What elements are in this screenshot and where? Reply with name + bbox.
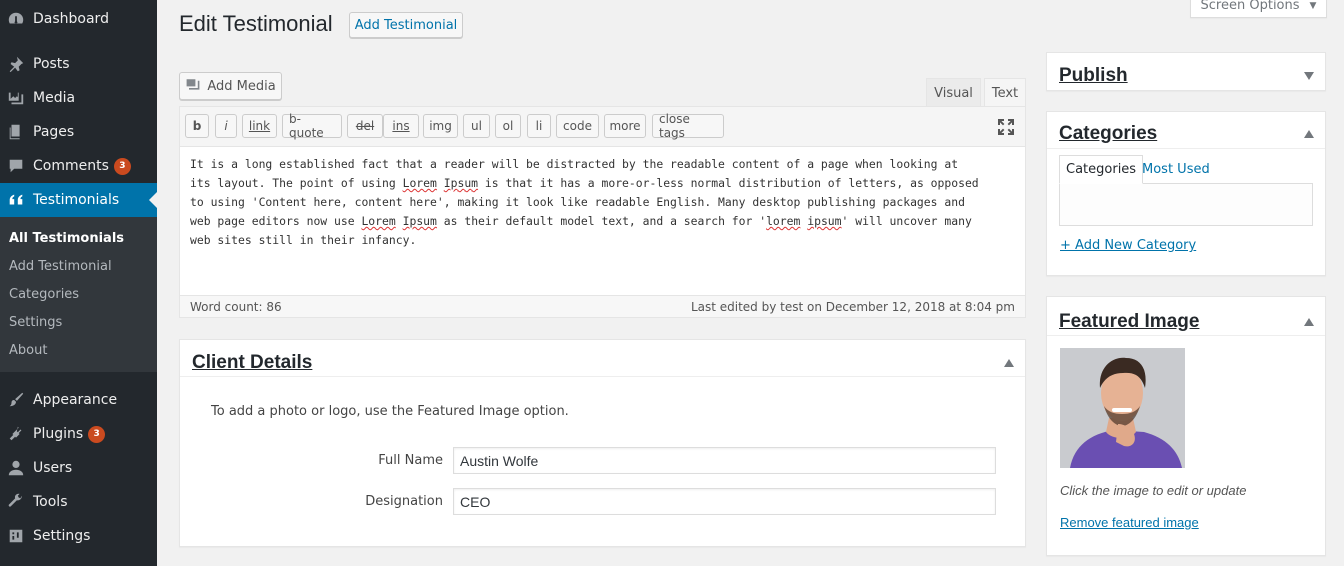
page-title: Edit Testimonial <box>179 11 333 36</box>
collapse-arrow-icon[interactable] <box>1304 315 1314 326</box>
sidebar-item-label: Plugins <box>33 426 84 442</box>
category-tabs: Categories Most Used <box>1059 155 1313 227</box>
publish-title[interactable]: Publish <box>1059 65 1128 87</box>
admin-sidebar: Dashboard Posts Media Pages Comments 3 T… <box>0 0 157 566</box>
qt-ins-button[interactable]: ins <box>383 114 419 138</box>
sidebar-item-label: Settings <box>33 528 91 544</box>
media-icon <box>6 88 26 108</box>
screen-options-label: Screen Options <box>1200 0 1300 13</box>
sidebar-item-dashboard[interactable]: Dashboard <box>0 2 157 36</box>
add-media-button[interactable]: Add Media <box>179 72 282 100</box>
collapse-arrow-icon[interactable] <box>1304 127 1314 138</box>
featured-image-title[interactable]: Featured Image <box>1059 311 1199 333</box>
wrench-icon <box>6 492 26 512</box>
sidebar-item-media[interactable]: Media <box>0 81 157 115</box>
add-new-category-link[interactable]: + Add New Category <box>1060 238 1196 253</box>
full-name-input[interactable]: Austin Wolfe <box>453 447 996 474</box>
sidebar-item-label: Comments <box>33 158 109 174</box>
testimonials-submenu: All Testimonials Add Testimonial Categor… <box>0 217 157 372</box>
qt-ul-button[interactable]: ul <box>463 114 490 138</box>
sidebar-item-tools[interactable]: Tools <box>0 485 157 519</box>
add-testimonial-button[interactable]: Add Testimonial <box>349 12 463 38</box>
plugin-icon <box>6 424 26 444</box>
sidebar-item-label: Media <box>33 90 76 106</box>
quicktags-toolbar: b i link b-quote del ins img ul ol li co… <box>180 107 1025 147</box>
sidebar-item-plugins[interactable]: Plugins 3 <box>0 417 157 451</box>
categories-metabox: Categories Categories Most Used + Add Ne… <box>1046 111 1326 276</box>
expand-arrow-icon[interactable] <box>1304 69 1314 80</box>
qt-li-button[interactable]: li <box>527 114 551 138</box>
sidebar-item-comments[interactable]: Comments 3 <box>0 149 157 183</box>
qt-link-button[interactable]: link <box>242 114 277 138</box>
qt-italic-button[interactable]: i <box>215 114 237 138</box>
full-name-label: Full Name <box>378 453 443 468</box>
submenu-item-settings[interactable]: Settings <box>9 315 62 330</box>
sidebar-item-label: Users <box>33 460 73 476</box>
qt-code-button[interactable]: code <box>556 114 599 138</box>
comments-count-badge: 3 <box>113 157 131 175</box>
pin-icon <box>6 54 26 74</box>
sidebar-item-appearance[interactable]: Appearance <box>0 383 157 417</box>
tab-text[interactable]: Text <box>984 78 1026 107</box>
qt-del-button[interactable]: del <box>347 114 383 138</box>
word-count: Word count: 86 <box>190 299 282 314</box>
dashboard-icon <box>6 9 26 29</box>
qt-img-button[interactable]: img <box>423 114 458 138</box>
editor-status-bar: Word count: 86 Last edited by test on De… <box>180 295 1025 317</box>
media-icon <box>185 76 201 96</box>
sidebar-item-label: Appearance <box>33 392 118 408</box>
client-details-hint: To add a photo or logo, use the Featured… <box>211 404 569 419</box>
tab-visual[interactable]: Visual <box>926 78 981 107</box>
featured-image-thumbnail[interactable] <box>1060 348 1185 468</box>
qt-more-button[interactable]: more <box>604 114 646 138</box>
sidebar-item-label: Dashboard <box>33 11 109 27</box>
sidebar-item-label: Posts <box>33 56 70 72</box>
sidebar-item-label: Pages <box>33 124 75 140</box>
qt-ol-button[interactable]: ol <box>495 114 521 138</box>
submenu-item-about[interactable]: About <box>9 343 47 358</box>
qt-bold-button[interactable]: b <box>185 114 209 138</box>
settings-icon <box>6 526 26 546</box>
pages-icon <box>6 122 26 142</box>
featured-image-metabox: Featured Image Click the image to edit o… <box>1046 296 1326 556</box>
paintbrush-icon <box>6 390 26 410</box>
client-details-title[interactable]: Client Details <box>192 352 312 374</box>
tab-most-used[interactable]: Most Used <box>1136 155 1216 184</box>
category-checklist[interactable] <box>1059 183 1313 226</box>
screen-options-toggle[interactable]: Screen Options ▼ <box>1190 0 1327 18</box>
submenu-item-categories[interactable]: Categories <box>9 287 79 302</box>
users-icon <box>6 458 26 478</box>
sidebar-item-testimonials[interactable]: Testimonials <box>0 183 157 217</box>
distraction-free-icon[interactable] <box>997 118 1015 136</box>
qt-close-tags-button[interactable]: close tags <box>652 112 724 140</box>
sidebar-item-label: Tools <box>33 494 68 510</box>
remove-featured-image-link[interactable]: Remove featured image <box>1060 515 1199 530</box>
qt-bquote-button[interactable]: b-quote <box>282 112 342 140</box>
quote-icon <box>6 190 26 210</box>
sidebar-item-users[interactable]: Users <box>0 451 157 485</box>
sidebar-item-label: Testimonials <box>33 192 120 208</box>
designation-label: Designation <box>365 494 443 509</box>
featured-image-caption: Click the image to edit or update <box>1060 483 1247 498</box>
submenu-item-add-testimonial[interactable]: Add Testimonial <box>9 259 112 274</box>
add-media-label: Add Media <box>207 78 276 94</box>
collapse-arrow-icon[interactable] <box>1004 356 1014 367</box>
editor-container: b i link b-quote del ins img ul ol li co… <box>179 106 1026 318</box>
content-textarea[interactable]: It is a long established fact that a rea… <box>190 155 1015 250</box>
submenu-item-all-testimonials[interactable]: All Testimonials <box>9 231 124 246</box>
categories-title[interactable]: Categories <box>1059 123 1157 145</box>
designation-input[interactable]: CEO <box>453 488 996 515</box>
last-edited: Last edited by test on December 12, 2018… <box>690 299 1015 314</box>
caret-down-icon: ▼ <box>1309 0 1317 11</box>
comment-icon <box>6 156 26 176</box>
sidebar-item-posts[interactable]: Posts <box>0 47 157 81</box>
plugins-update-badge: 3 <box>88 425 106 443</box>
sidebar-item-settings[interactable]: Settings <box>0 519 157 553</box>
client-details-metabox: Client Details To add a photo or logo, u… <box>179 339 1026 547</box>
sidebar-item-pages[interactable]: Pages <box>0 115 157 149</box>
publish-metabox: Publish <box>1046 52 1326 91</box>
tab-all-categories[interactable]: Categories <box>1059 155 1144 184</box>
